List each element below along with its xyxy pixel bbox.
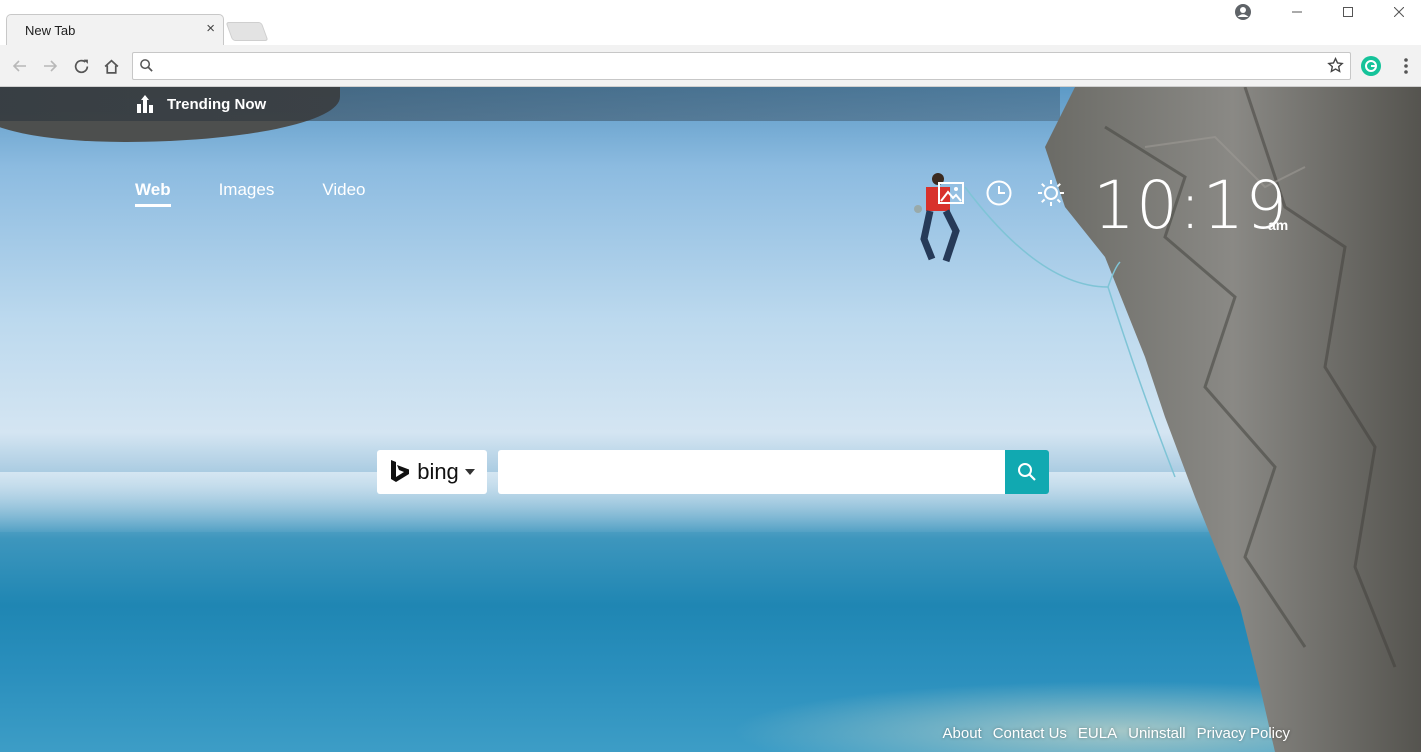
back-arrow-icon [12, 60, 26, 72]
footer-links: About Contact Us EULA Uninstall Privacy … [943, 725, 1290, 742]
tab-strip: New Tab × [0, 0, 1421, 45]
trending-now-link[interactable]: Trending Now [135, 95, 266, 113]
forward-button[interactable] [39, 55, 61, 77]
tab-video[interactable]: Video [322, 180, 365, 207]
back-button[interactable] [9, 55, 31, 77]
tab-title: New Tab [25, 23, 76, 38]
search-icon [140, 59, 153, 72]
maximize-button[interactable] [1325, 0, 1370, 24]
minimize-button[interactable] [1274, 0, 1319, 24]
forward-arrow-icon [44, 60, 58, 72]
home-button[interactable] [100, 55, 122, 77]
close-window-button[interactable] [1376, 0, 1421, 24]
footer-link-contact[interactable]: Contact Us [993, 725, 1067, 742]
weather-sun-icon[interactable] [1037, 179, 1065, 207]
search-input[interactable] [498, 450, 1005, 494]
home-icon [104, 59, 118, 74]
new-tab-button[interactable] [225, 22, 269, 41]
search-icon [1018, 463, 1036, 481]
trending-icon [137, 95, 153, 113]
minimize-icon [1291, 11, 1302, 13]
address-input[interactable] [161, 56, 1321, 76]
clock-time: 10:19 [1093, 167, 1289, 244]
footer-link-privacy[interactable]: Privacy Policy [1197, 725, 1290, 742]
maximize-icon [1342, 7, 1353, 17]
tab-new-tab[interactable]: New Tab × [6, 14, 224, 45]
tab-web[interactable]: Web [135, 180, 171, 207]
search-engine-selector[interactable]: bing [377, 450, 487, 494]
clock-ampm: am [1268, 217, 1289, 233]
tab-close-icon[interactable]: × [206, 20, 215, 38]
browser-menu-icon[interactable] [1398, 56, 1414, 76]
bing-logo-icon [391, 460, 410, 482]
footer-link-about[interactable]: About [943, 725, 982, 742]
address-bar[interactable] [132, 52, 1351, 80]
footer-link-uninstall[interactable]: Uninstall [1128, 725, 1186, 742]
clock-icon[interactable] [985, 179, 1013, 207]
trending-label: Trending Now [167, 95, 267, 113]
search-type-tabs: Web Images Video [135, 180, 366, 207]
background-image-icon[interactable] [937, 179, 965, 207]
search-engine-name: bing [417, 459, 459, 484]
bookmark-star-icon[interactable] [1327, 57, 1344, 74]
tab-images[interactable]: Images [219, 180, 275, 207]
reload-icon [74, 59, 88, 73]
footer-link-eula[interactable]: EULA [1078, 725, 1117, 742]
profile-icon[interactable] [1233, 2, 1253, 22]
new-tab-page: Trending Now Web Images Video 10:19 am b… [0, 87, 1421, 752]
chevron-down-icon [464, 469, 475, 475]
grammarly-icon [1365, 60, 1377, 72]
extension-icon[interactable] [1361, 56, 1381, 76]
search-button[interactable] [1005, 450, 1049, 494]
reload-button[interactable] [70, 55, 92, 77]
close-icon [1393, 7, 1404, 17]
search-field[interactable] [498, 450, 1005, 494]
browser-toolbar [0, 45, 1421, 87]
